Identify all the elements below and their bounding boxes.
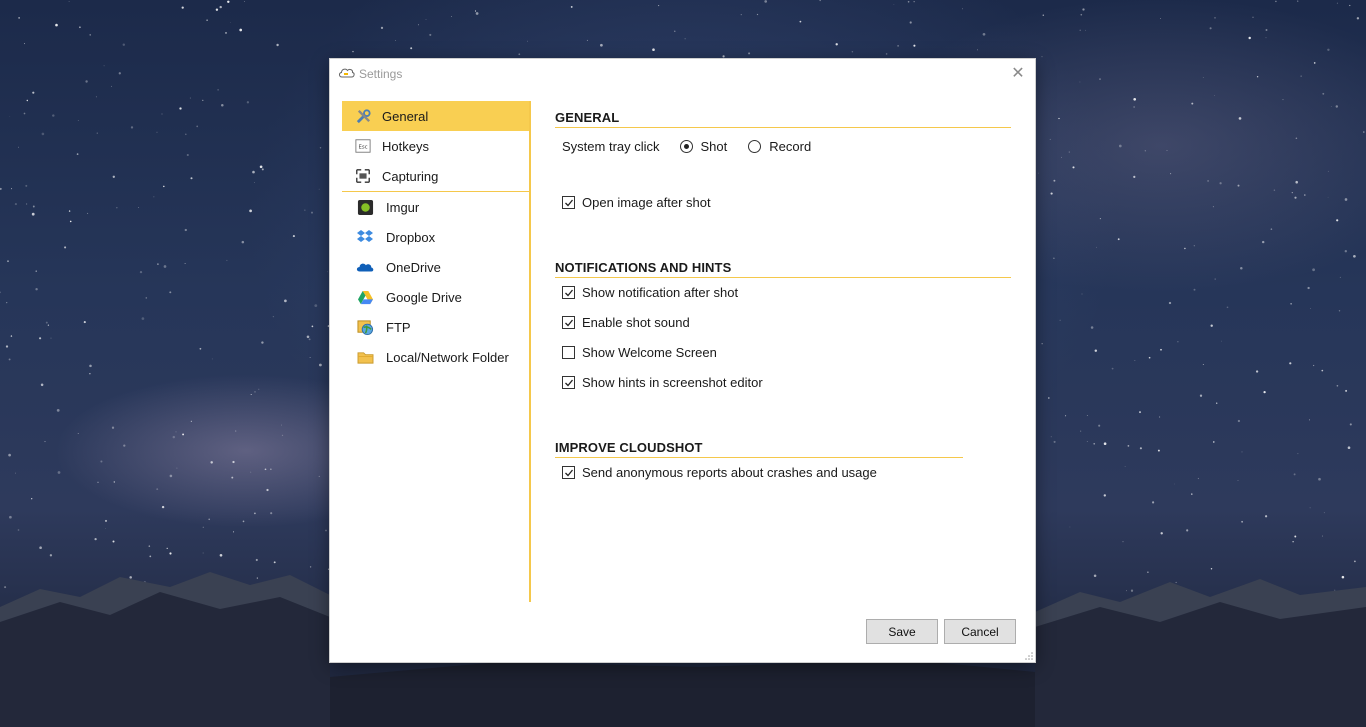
onedrive-icon bbox=[356, 258, 374, 276]
notification-option-label[interactable]: Show notification after shot bbox=[582, 285, 738, 300]
notification-option-checkbox[interactable] bbox=[562, 286, 575, 299]
radio-record-label[interactable]: Record bbox=[769, 139, 811, 154]
sidebar-item-label: Hotkeys bbox=[382, 138, 429, 154]
improve-option-checkbox[interactable] bbox=[562, 466, 575, 479]
close-icon[interactable]: ✕ bbox=[1007, 63, 1029, 85]
sidebar-item-local-network-folder[interactable]: Local/Network Folder bbox=[342, 342, 529, 372]
sidebar-item-hotkeys[interactable]: Esc Hotkeys bbox=[342, 131, 529, 161]
improve-option-label[interactable]: Send anonymous reports about crashes and… bbox=[582, 465, 877, 480]
checkmark-icon bbox=[564, 199, 573, 206]
svg-text:Esc: Esc bbox=[358, 145, 367, 151]
save-button[interactable]: Save bbox=[866, 619, 938, 644]
esc-key-icon: Esc bbox=[354, 137, 372, 155]
notification-option-checkbox[interactable] bbox=[562, 316, 575, 329]
sidebar-item-label: General bbox=[382, 108, 429, 124]
section-heading-improve: IMPROVE CLOUDSHOT bbox=[555, 440, 703, 455]
open-image-label[interactable]: Open image after shot bbox=[582, 195, 711, 210]
sidebar-item-ftp[interactable]: FTP bbox=[342, 312, 529, 342]
open-image-row: Open image after shot bbox=[562, 195, 711, 210]
resize-grip-icon[interactable] bbox=[1025, 652, 1033, 660]
system-tray-row: System tray click Shot Record bbox=[562, 139, 811, 154]
capture-frame-icon bbox=[354, 167, 372, 185]
ftp-globe-icon bbox=[356, 318, 374, 336]
imgur-icon bbox=[356, 198, 374, 216]
notification-option-label[interactable]: Enable shot sound bbox=[582, 315, 690, 330]
checkmark-icon bbox=[564, 469, 573, 476]
sidebar-item-dropbox[interactable]: Dropbox bbox=[342, 222, 529, 252]
google-drive-icon bbox=[356, 288, 374, 306]
radio-record[interactable] bbox=[748, 140, 762, 153]
checkmark-icon bbox=[564, 289, 573, 296]
notification-option-checkbox[interactable] bbox=[562, 376, 575, 389]
sidebar-item-imgur[interactable]: Imgur bbox=[342, 192, 529, 222]
sidebar-group: General Esc Hotkeys Capturing bbox=[342, 101, 529, 191]
sidebar-item-label: Google Drive bbox=[386, 289, 462, 305]
open-image-checkbox[interactable] bbox=[562, 196, 575, 209]
section-heading-general: GENERAL bbox=[555, 110, 620, 125]
sidebar-item-google-drive[interactable]: Google Drive bbox=[342, 282, 529, 312]
section-divider bbox=[555, 127, 1011, 128]
notification-option-row: Show Welcome Screen bbox=[562, 345, 717, 360]
sidebar-item-label: Capturing bbox=[382, 168, 439, 184]
tools-icon bbox=[354, 107, 372, 125]
cancel-button[interactable]: Cancel bbox=[944, 619, 1016, 644]
checkmark-icon bbox=[564, 379, 573, 386]
title-bar: Settings ✕ bbox=[330, 59, 1035, 89]
sidebar-item-label: Dropbox bbox=[386, 229, 436, 245]
settings-window: Settings ✕ General Esc Hotkeys Capturing Img… bbox=[330, 59, 1035, 662]
radio-shot[interactable] bbox=[679, 140, 693, 153]
improve-option-row: Send anonymous reports about crashes and… bbox=[562, 465, 877, 480]
notification-option-checkbox[interactable] bbox=[562, 346, 575, 359]
cloudshot-app-icon bbox=[339, 68, 355, 78]
dropbox-icon bbox=[356, 228, 374, 246]
section-divider bbox=[555, 457, 963, 458]
sidebar-item-general[interactable]: General bbox=[342, 101, 529, 131]
notification-option-row: Enable shot sound bbox=[562, 315, 690, 330]
folder-icon bbox=[356, 348, 374, 366]
system-tray-label: System tray click bbox=[562, 139, 660, 154]
notification-option-label[interactable]: Show Welcome Screen bbox=[582, 345, 717, 360]
sidebar-item-label: FTP bbox=[386, 319, 411, 335]
section-divider bbox=[555, 277, 1011, 278]
notification-option-row: Show hints in screenshot editor bbox=[562, 375, 763, 390]
sidebar-item-onedrive[interactable]: OneDrive bbox=[342, 252, 529, 282]
window-title: Settings bbox=[359, 67, 403, 81]
section-heading-notifications: NOTIFICATIONS AND HINTS bbox=[555, 260, 732, 275]
notification-option-row: Show notification after shot bbox=[562, 285, 738, 300]
sidebar-item-capturing[interactable]: Capturing bbox=[342, 161, 529, 191]
sidebar-item-label: OneDrive bbox=[386, 259, 441, 275]
radio-selected-dot bbox=[683, 144, 689, 149]
sidebar-item-label: Local/Network Folder bbox=[386, 349, 509, 365]
checkmark-icon bbox=[564, 319, 573, 326]
sidebar-group: Imgur Dropbox OneDrive Google Drive FTP Local… bbox=[342, 192, 529, 372]
notification-option-label[interactable]: Show hints in screenshot editor bbox=[582, 375, 763, 390]
settings-sidebar: General Esc Hotkeys Capturing Imgur Dropbox On… bbox=[342, 101, 531, 602]
sidebar-item-label: Imgur bbox=[386, 199, 420, 215]
radio-shot-label[interactable]: Shot bbox=[701, 139, 728, 154]
